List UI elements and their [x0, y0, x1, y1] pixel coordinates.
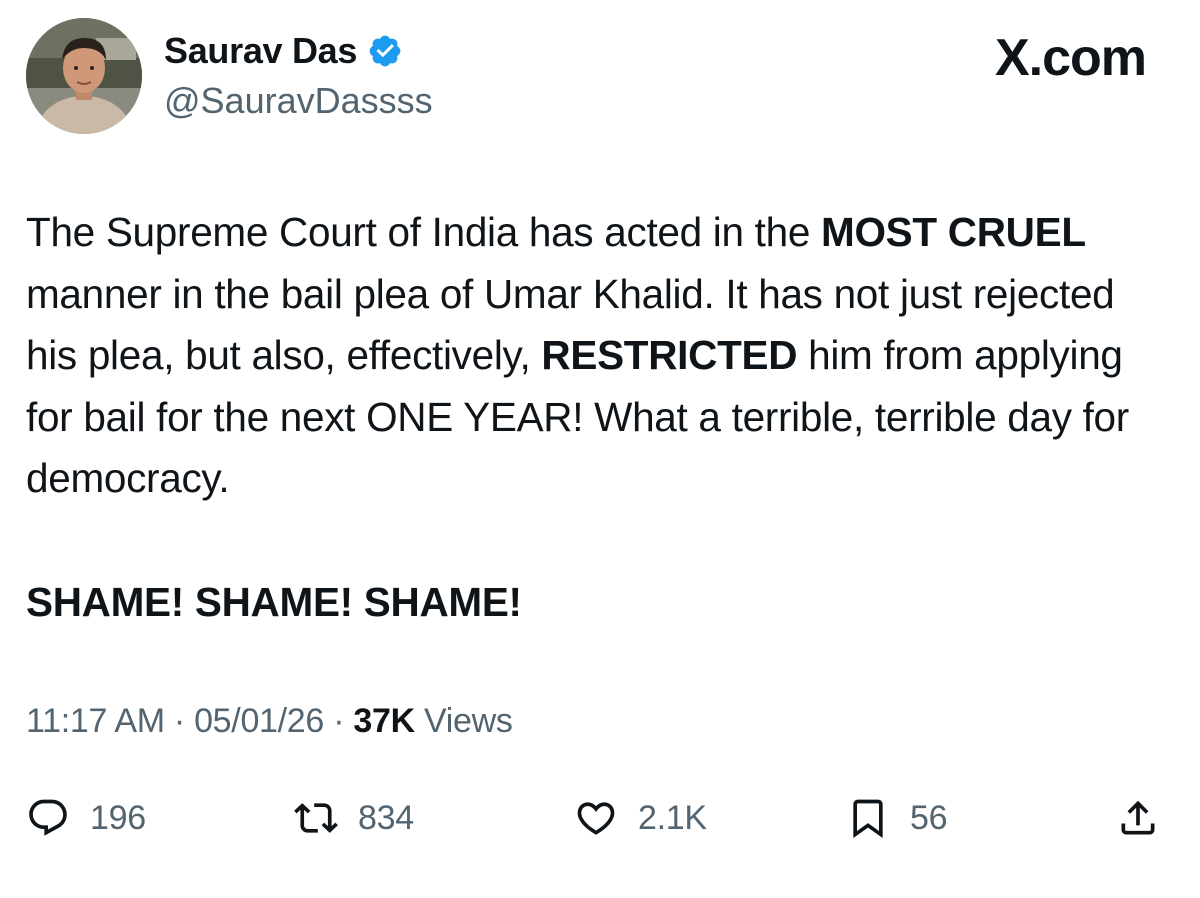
tweet-closing-line: SHAME! SHAME! SHAME!	[26, 579, 522, 625]
bookmark-button[interactable]: 56	[846, 788, 948, 848]
meta-separator: ·	[173, 702, 185, 740]
bookmark-count: 56	[910, 798, 948, 837]
avatar[interactable]	[26, 18, 142, 134]
views-count: 37K	[353, 702, 415, 740]
avatar-photo	[26, 18, 142, 134]
tweet-text-segment-bold: MOST CRUEL	[821, 209, 1086, 255]
repost-count: 834	[358, 798, 414, 837]
reply-button[interactable]: 196	[26, 788, 146, 848]
share-button[interactable]	[1116, 788, 1160, 848]
repost-button[interactable]: 834	[294, 788, 414, 848]
heart-icon	[577, 802, 615, 835]
tweet-text: The Supreme Court of India has acted in …	[26, 202, 1174, 510]
tweet-date[interactable]: 05/01/26	[194, 702, 324, 740]
tweet-text-segment-bold: RESTRICTED	[541, 332, 798, 378]
like-button[interactable]: 2.1K	[574, 788, 707, 848]
bookmark-icon	[853, 799, 883, 839]
tweet-meta: 11:17 AM · 05/01/26 · 37K Views	[26, 702, 513, 741]
views-label: Views	[424, 702, 513, 740]
brand-logo: X.com	[994, 29, 1147, 87]
reply-icon	[29, 799, 67, 836]
reply-count: 196	[90, 798, 146, 837]
repost-icon	[294, 803, 338, 833]
like-count: 2.1K	[638, 798, 707, 837]
author-handle[interactable]: @SauravDassss	[164, 80, 433, 122]
tweet-text-segment: The Supreme Court of India has acted in …	[26, 209, 822, 255]
meta-separator: ·	[333, 702, 345, 740]
tweet-time[interactable]: 11:17 AM	[26, 702, 165, 740]
author-display-name[interactable]: Saurav Das	[164, 30, 357, 72]
share-icon	[1121, 800, 1155, 835]
author-name-row: Saurav Das	[164, 30, 403, 72]
action-bar: 196 834 2.1K 56	[0, 788, 1200, 848]
verified-badge-icon	[369, 35, 401, 67]
